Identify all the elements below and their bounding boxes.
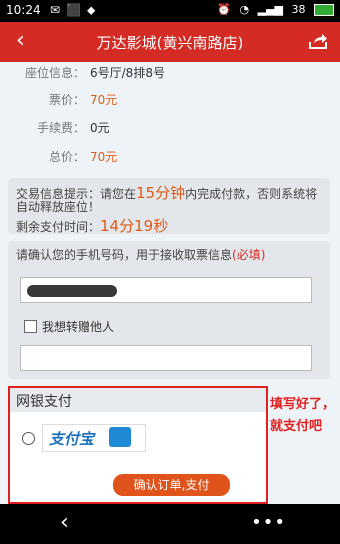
payment-section: 网银支付 支付宝 确认订单,支付 — [8, 386, 268, 504]
required-mark: (必填) — [232, 248, 266, 262]
system-nav-bar: ‹ ••• — [0, 504, 340, 544]
confirm-pay-button[interactable]: 确认订单,支付 — [113, 474, 230, 496]
share-icon[interactable] — [308, 32, 328, 50]
alipay-icon — [109, 427, 131, 447]
redacted-phone — [27, 285, 117, 297]
seat-label: 座位信息： — [24, 66, 85, 80]
wifi-icon: ◔ — [239, 3, 250, 16]
more-icon[interactable]: ••• — [251, 512, 286, 533]
page-title: 万达影城(黄兴南路店) — [96, 34, 244, 52]
signal-icon: ▂▄▆ — [257, 3, 283, 16]
alipay-radio[interactable] — [22, 432, 35, 445]
notice-line-3: 剩余支付时间：14分19秒 — [16, 215, 168, 236]
fee-value: 0元 — [90, 121, 110, 135]
clock: 10:24 — [6, 3, 41, 17]
remain-value: 14分19秒 — [100, 217, 169, 235]
gift-label: 我想转赠他人 — [42, 320, 115, 334]
price-value: 70元 — [90, 93, 118, 107]
top-nav: ‹ 万达影城(黄兴南路店) — [0, 22, 340, 62]
seat-value: 6号厅/8排8号 — [90, 66, 165, 80]
status-right: ⏰ ◔ ▂▄▆ 38 — [212, 3, 334, 16]
remain-label: 剩余支付时间： — [16, 220, 101, 234]
seat-row: 座位信息： 6号厅/8排8号 — [0, 64, 340, 82]
total-row: 总价： 70元 — [0, 148, 340, 166]
alipay-logo[interactable]: 支付宝 — [42, 424, 146, 452]
notification-icons: ✉⬛⬥ — [50, 3, 102, 17]
payment-header: 网银支付 — [10, 388, 266, 412]
gift-checkbox[interactable] — [24, 320, 37, 333]
notice-line-2: 自动释放座位！ — [16, 200, 101, 214]
annotation-line-2: 就支付吧 — [270, 419, 323, 434]
gift-phone-input[interactable] — [20, 345, 312, 371]
phone-question-text: 请确认您的手机号码，用于接收取票信息 — [16, 248, 233, 262]
notice-suffix: 内完成付款，否则系统将 — [185, 187, 318, 201]
price-label: 票价： — [48, 93, 85, 107]
price-row: 票价： 70元 — [0, 91, 340, 109]
total-value: 70元 — [90, 150, 118, 164]
total-label: 总价： — [48, 150, 85, 164]
alipay-text: 支付宝 — [49, 430, 95, 448]
annotation-line-1: 填写好了， — [270, 397, 336, 412]
payment-header-label: 网银支付 — [16, 394, 72, 410]
notice-minutes: 15分钟 — [136, 184, 186, 202]
battery-icon — [314, 4, 334, 16]
payment-notice: 交易信息提示：请您在15分钟内完成付款，否则系统将 自动释放座位！ 剩余支付时间… — [8, 178, 330, 236]
phone-section: 请确认您的手机号码，用于接收取票信息(必填) 我想转赠他人 — [8, 241, 330, 379]
annotation: 填写好了， 就支付吧 — [270, 394, 338, 438]
status-bar: 10:24 ✉⬛⬥ ⏰ ◔ ▂▄▆ 38 — [0, 0, 340, 22]
fee-row: 手续费： 0元 — [0, 119, 340, 137]
phone-input[interactable] — [20, 277, 312, 303]
phone-question: 请确认您的手机号码，用于接收取票信息(必填) — [16, 246, 265, 263]
order-info: 座位信息： 6号厅/8排8号 票价： 70元 手续费： 0元 总价： 70元 — [0, 62, 340, 172]
fee-label: 手续费： — [36, 121, 85, 135]
alarm-icon: ⏰ — [217, 3, 231, 16]
signal-value: 38 — [291, 3, 306, 16]
system-back-icon[interactable]: ‹ — [60, 510, 69, 535]
